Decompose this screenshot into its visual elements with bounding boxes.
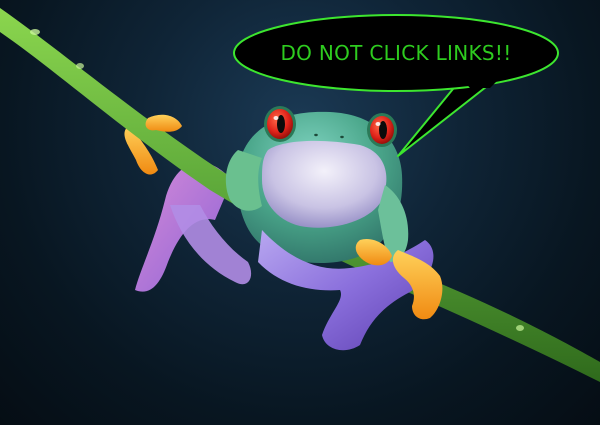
- frog-nostril: [314, 133, 318, 137]
- water-drop: [76, 63, 84, 69]
- speech-bubble-text: DO NOT CLICK LINKS!!: [280, 41, 512, 65]
- frog-photo-scene: DO NOT CLICK LINKS!!: [0, 0, 600, 425]
- frog-left-arm: [225, 150, 262, 211]
- frog-left-eye: [264, 106, 296, 142]
- frog-nostril: [340, 135, 344, 139]
- frog-right-eye: [367, 113, 397, 147]
- water-drop: [516, 325, 524, 331]
- water-drop: [30, 29, 40, 35]
- frog-upper-left-toes: [145, 114, 182, 132]
